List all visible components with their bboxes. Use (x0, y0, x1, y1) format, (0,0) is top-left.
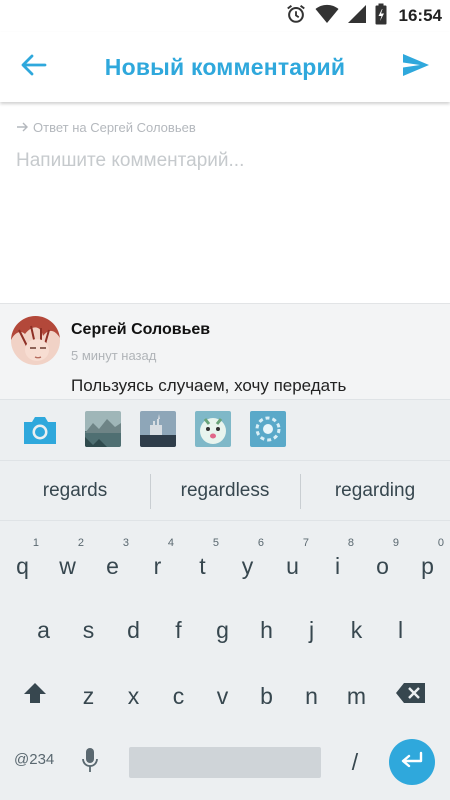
key-label: t (199, 552, 206, 579)
comment-text: Пользуясь случаем, хочу передать (71, 376, 347, 395)
key-hint: 3 (122, 537, 129, 549)
signal-icon (347, 4, 367, 28)
key-hint: 2 (77, 537, 84, 549)
clock: 16:54 (398, 6, 442, 25)
key-u[interactable]: u7 (270, 537, 315, 593)
key-i[interactable]: i8 (315, 537, 360, 593)
backspace-key[interactable] (388, 669, 434, 723)
key-e[interactable]: e3 (90, 537, 135, 593)
key-label: q (16, 552, 29, 579)
camera-icon (22, 417, 58, 450)
send-button[interactable] (396, 50, 436, 84)
slash-key[interactable]: / (335, 739, 375, 785)
key-t[interactable]: t5 (180, 537, 225, 593)
key-hint: 6 (257, 537, 264, 549)
alarm-icon (285, 3, 307, 29)
key-label: p (421, 552, 434, 579)
key-s[interactable]: s (66, 603, 111, 657)
battery-icon (375, 3, 387, 29)
key-a[interactable]: a (21, 603, 66, 657)
key-x[interactable]: x (111, 669, 156, 723)
key-o[interactable]: o9 (360, 537, 405, 593)
key-label: r (153, 552, 162, 579)
key-b[interactable]: b (244, 669, 289, 723)
key-v[interactable]: v (200, 669, 245, 723)
key-k[interactable]: k (334, 603, 379, 657)
key-l[interactable]: l (378, 603, 423, 657)
photo-thumbnail[interactable] (85, 411, 121, 447)
key-f[interactable]: f (156, 603, 201, 657)
key-hint: 4 (167, 537, 174, 549)
key-label: y (241, 552, 254, 579)
key-y[interactable]: y6 (225, 537, 270, 593)
key-q[interactable]: q1 (0, 537, 45, 593)
comment-input[interactable] (16, 146, 436, 176)
comment-time: 5 минут назад (71, 348, 157, 363)
camera-button[interactable] (22, 414, 58, 446)
photo-thumbnail[interactable] (250, 411, 286, 447)
suggestion-item[interactable]: regardless (150, 461, 300, 521)
reply-arrow-icon (16, 120, 28, 135)
key-label: u (286, 552, 299, 579)
comment-author: Сергей Соловьев (71, 321, 211, 338)
photo-thumbnail[interactable] (195, 411, 231, 447)
send-icon (402, 53, 430, 81)
new-comment-screen: 16:54 Новый комментарий Ответ на Сергей … (0, 0, 450, 800)
key-r[interactable]: r4 (135, 537, 180, 593)
key-h[interactable]: h (244, 603, 289, 657)
shift-key[interactable] (12, 669, 57, 723)
keyboard: q1 w2 e3 r4 t5 y6 u7 i8 o9 p0 a s d f g … (0, 521, 450, 800)
key-hint: 9 (392, 537, 399, 549)
key-g[interactable]: g (200, 603, 245, 657)
backspace-icon (395, 682, 427, 710)
key-label: o (376, 552, 389, 579)
page-title: Новый комментарий (104, 54, 346, 80)
space-key[interactable] (129, 747, 321, 778)
key-hint: 7 (302, 537, 309, 549)
key-hint: 8 (347, 537, 354, 549)
app-bar: Новый комментарий (0, 32, 450, 102)
key-j[interactable]: j (289, 603, 334, 657)
key-hint: 5 (212, 537, 219, 549)
shift-icon (23, 681, 47, 711)
suggestion-strip: regards regardless regarding (0, 460, 450, 521)
key-n[interactable]: n (289, 669, 334, 723)
quoted-comment: Сергей Соловьев 5 минут назад Пользуясь … (0, 303, 450, 399)
key-hint: 1 (32, 537, 39, 549)
status-bar: 16:54 (0, 0, 450, 32)
key-z[interactable]: z (66, 669, 111, 723)
reply-to-label: Ответ на Сергей Соловьев (33, 120, 196, 135)
key-c[interactable]: c (156, 669, 201, 723)
key-label: e (106, 552, 119, 579)
symbols-key[interactable]: @234 (14, 751, 54, 768)
mic-icon (82, 747, 98, 779)
wifi-icon (315, 4, 339, 28)
compose-area: Ответ на Сергей Соловьев (0, 102, 450, 303)
key-p[interactable]: p0 (405, 537, 450, 593)
suggestion-item[interactable]: regards (0, 461, 150, 521)
key-hint: 0 (437, 537, 444, 549)
photo-thumbnail[interactable] (140, 411, 176, 447)
key-w[interactable]: w2 (45, 537, 90, 593)
attachment-bar (0, 399, 450, 460)
enter-icon (400, 751, 424, 773)
key-m[interactable]: m (334, 669, 379, 723)
avatar (11, 316, 60, 365)
key-label: w (59, 552, 76, 579)
suggestion-item[interactable]: regarding (300, 461, 450, 521)
key-d[interactable]: d (111, 603, 156, 657)
enter-key[interactable] (389, 739, 435, 785)
mic-key[interactable] (70, 741, 110, 785)
key-label: i (334, 552, 341, 579)
reply-to-indicator: Ответ на Сергей Соловьев (16, 120, 196, 135)
status-icons: 16:54 (285, 3, 442, 29)
